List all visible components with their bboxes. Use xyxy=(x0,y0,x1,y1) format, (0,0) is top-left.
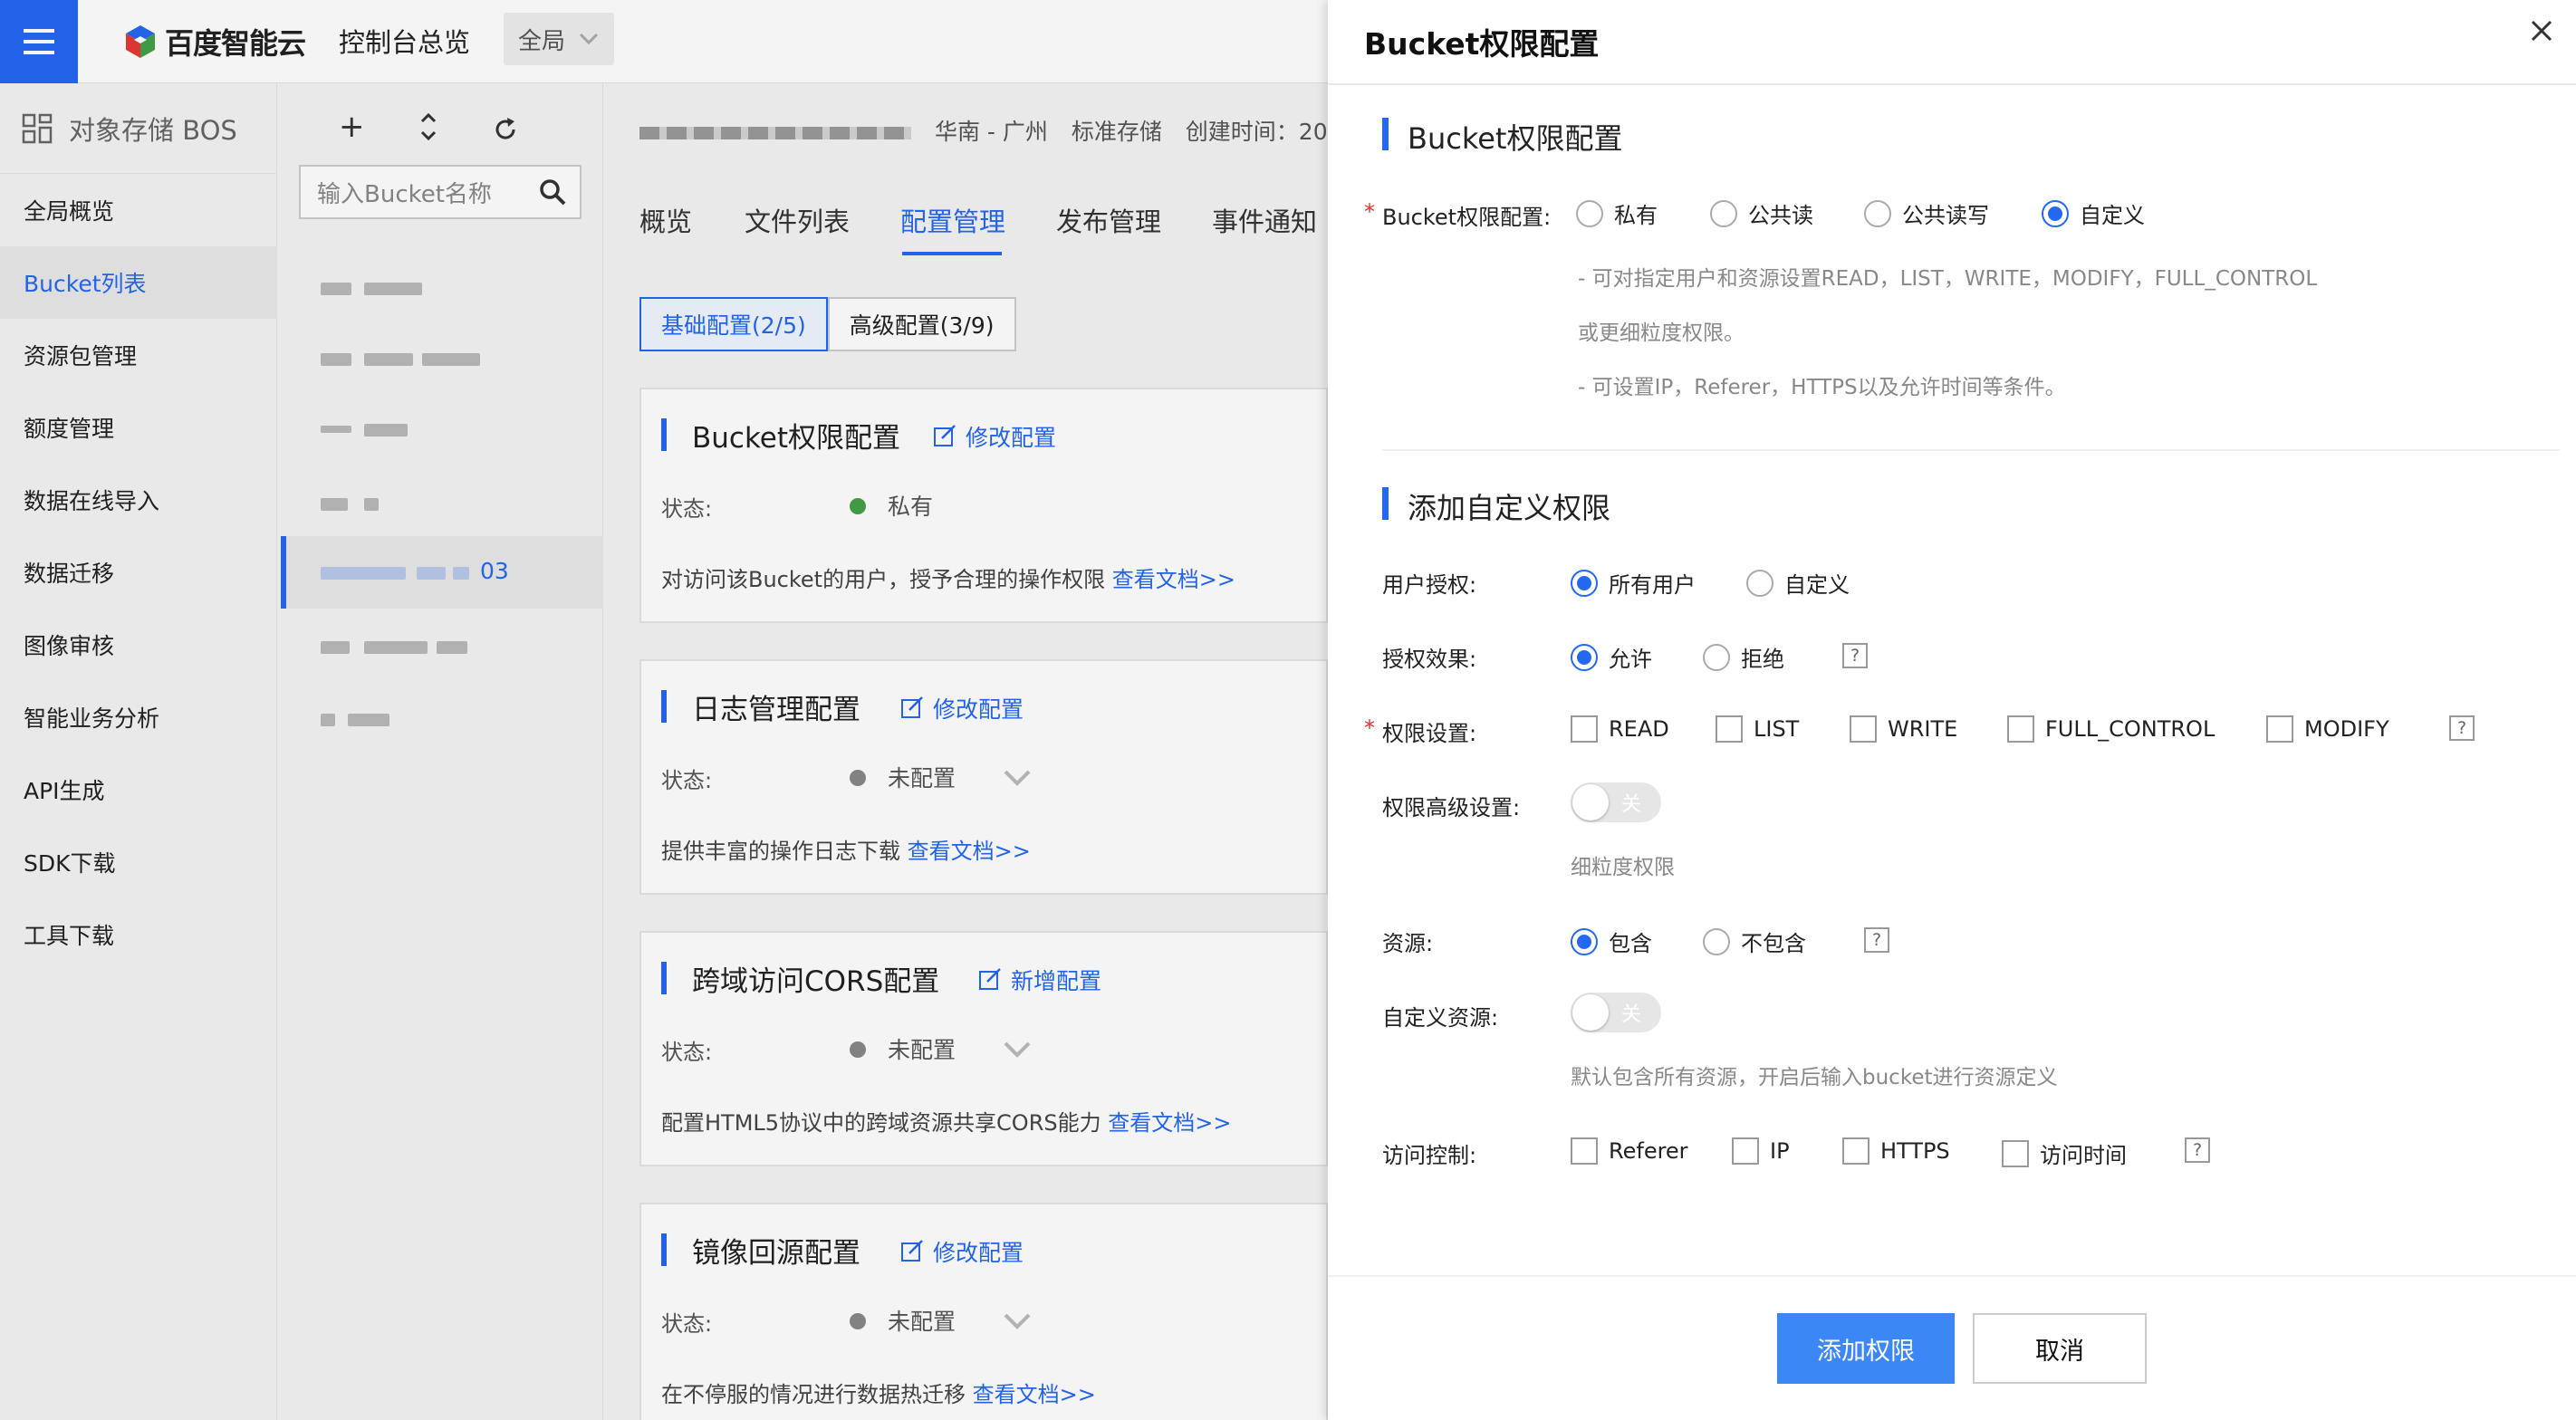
acl-option-custom[interactable]: 自定义 xyxy=(2042,197,2145,229)
option-label: 公共读写 xyxy=(1902,203,1989,228)
drawer-backdrop[interactable] xyxy=(0,0,1328,1420)
radio-checked-icon xyxy=(1571,643,1598,671)
help-icon[interactable]: ? xyxy=(2185,1137,2210,1163)
access-control-label: 访问控制: xyxy=(1382,1143,1477,1168)
radio-icon xyxy=(1703,643,1730,671)
custom-resource-label: 自定义资源: xyxy=(1382,1005,1499,1031)
checkbox-icon xyxy=(1850,715,1877,743)
acl-hint-line: 或更细粒度权限。 xyxy=(1578,321,1745,345)
permission-label: * 权限设置: xyxy=(1364,715,1477,747)
option-label: 自定义 xyxy=(2080,203,2145,228)
option-label: FULL_CONTROL xyxy=(2045,716,2216,742)
access-checkbox-referer[interactable]: Referer xyxy=(1571,1137,1688,1165)
radio-icon xyxy=(1864,199,1891,227)
option-label: MODIFY xyxy=(2304,716,2389,742)
acl-option-public-read[interactable]: 公共读 xyxy=(1710,197,1813,229)
radio-icon xyxy=(1703,927,1730,955)
acl-field-label: * Bucket权限配置: xyxy=(1364,199,1552,231)
toggle-state: 关 xyxy=(1621,1003,1642,1026)
checkbox-icon xyxy=(1732,1137,1759,1165)
option-label: READ xyxy=(1609,716,1669,742)
close-icon[interactable] xyxy=(2527,16,2556,45)
option-label: HTTPS xyxy=(1880,1138,1950,1164)
checkbox-icon xyxy=(1842,1137,1870,1165)
radio-checked-icon xyxy=(1571,927,1598,955)
option-label: 私有 xyxy=(1614,203,1658,228)
radio-checked-icon xyxy=(1571,569,1598,597)
custom-resource-hint: 默认包含所有资源，开启后输入bucket进行资源定义 xyxy=(1571,1066,2058,1089)
acl-field-label-text: Bucket权限配置: xyxy=(1382,205,1552,230)
acl-option-private[interactable]: 私有 xyxy=(1576,197,1658,229)
option-label: IP xyxy=(1770,1138,1790,1164)
drawer-divider xyxy=(1328,83,2576,85)
option-label: 所有用户 xyxy=(1609,572,1696,598)
effect-label: 授权效果: xyxy=(1382,647,1477,672)
resource-option-include[interactable]: 包含 xyxy=(1571,926,1652,957)
checkbox-icon xyxy=(2007,715,2034,743)
radio-icon xyxy=(1710,199,1737,227)
help-icon[interactable]: ? xyxy=(2449,715,2475,741)
advanced-permission-label: 权限高级设置: xyxy=(1382,795,1521,820)
option-label: 允许 xyxy=(1609,647,1652,672)
checkbox-icon xyxy=(1571,715,1598,743)
effect-option-allow[interactable]: 允许 xyxy=(1571,641,1652,673)
page: 百度智能云 控制台总览 全局 对象存储 BOS 全局概览 Bucket列表 资源… xyxy=(0,0,2576,1420)
user-option-custom[interactable]: 自定义 xyxy=(1746,567,1850,599)
required-mark: * xyxy=(1364,715,1375,741)
toggle-knob xyxy=(1572,784,1609,820)
add-permission-button[interactable]: 添加权限 xyxy=(1777,1313,1955,1384)
help-icon[interactable]: ? xyxy=(1842,643,1868,668)
perm-checkbox-modify[interactable]: MODIFY xyxy=(2266,715,2389,743)
perm-checkbox-full-control[interactable]: FULL_CONTROL xyxy=(2007,715,2215,743)
option-label: 访问时间 xyxy=(2040,1143,2127,1168)
permission-label-text: 权限设置: xyxy=(1382,721,1477,746)
resource-label: 资源: xyxy=(1382,931,1434,956)
access-checkbox-time[interactable]: 访问时间 xyxy=(2002,1137,2127,1169)
section-accent-bar xyxy=(1382,118,1389,150)
toggle-knob xyxy=(1572,994,1609,1031)
section-title-acl: Bucket权限配置 xyxy=(1408,121,1623,156)
effect-option-deny[interactable]: 拒绝 xyxy=(1703,641,1784,673)
checkbox-icon xyxy=(1716,715,1743,743)
required-mark: * xyxy=(1364,199,1375,225)
acl-option-public-read-write[interactable]: 公共读写 xyxy=(1864,197,1989,229)
perm-checkbox-write[interactable]: WRITE xyxy=(1850,715,1957,743)
advanced-permission-toggle[interactable]: 关 xyxy=(1571,782,1661,822)
radio-icon xyxy=(1746,569,1773,597)
checkbox-icon xyxy=(2266,715,2293,743)
toggle-state: 关 xyxy=(1621,793,1642,816)
resource-option-exclude[interactable]: 不包含 xyxy=(1703,926,1806,957)
option-label: 拒绝 xyxy=(1741,647,1784,672)
advanced-permission-hint: 细粒度权限 xyxy=(1571,856,1675,879)
section-divider xyxy=(1382,449,2560,451)
perm-checkbox-read[interactable]: READ xyxy=(1571,715,1669,743)
drawer-title: Bucket权限配置 xyxy=(1364,26,1600,62)
user-auth-label: 用户授权: xyxy=(1382,572,1477,598)
option-label: LIST xyxy=(1754,716,1800,742)
user-option-all[interactable]: 所有用户 xyxy=(1571,567,1696,599)
checkbox-icon xyxy=(2002,1139,2029,1167)
access-checkbox-https[interactable]: HTTPS xyxy=(1842,1137,1950,1165)
perm-checkbox-list[interactable]: LIST xyxy=(1716,715,1799,743)
access-checkbox-ip[interactable]: IP xyxy=(1732,1137,1790,1165)
option-label: 不包含 xyxy=(1741,931,1806,956)
cancel-button[interactable]: 取消 xyxy=(1973,1313,2147,1384)
acl-hint-line: - 可设置IP，Referer，HTTPS以及允许时间等条件。 xyxy=(1578,376,2066,399)
option-label: Referer xyxy=(1609,1138,1688,1164)
option-label: 自定义 xyxy=(1784,572,1850,598)
section-title-custom: 添加自定义权限 xyxy=(1408,491,1611,525)
acl-hint-line: - 可对指定用户和资源设置READ，LIST，WRITE，MODIFY，FULL… xyxy=(1578,267,2318,291)
radio-icon xyxy=(1576,199,1603,227)
radio-checked-icon xyxy=(2042,199,2069,227)
custom-resource-toggle[interactable]: 关 xyxy=(1571,993,1661,1032)
help-icon[interactable]: ? xyxy=(1864,927,1889,953)
option-label: 公共读 xyxy=(1748,203,1813,228)
option-label: WRITE xyxy=(1888,716,1958,742)
section-accent-bar xyxy=(1382,487,1389,520)
checkbox-icon xyxy=(1571,1137,1598,1165)
option-label: 包含 xyxy=(1609,931,1652,956)
